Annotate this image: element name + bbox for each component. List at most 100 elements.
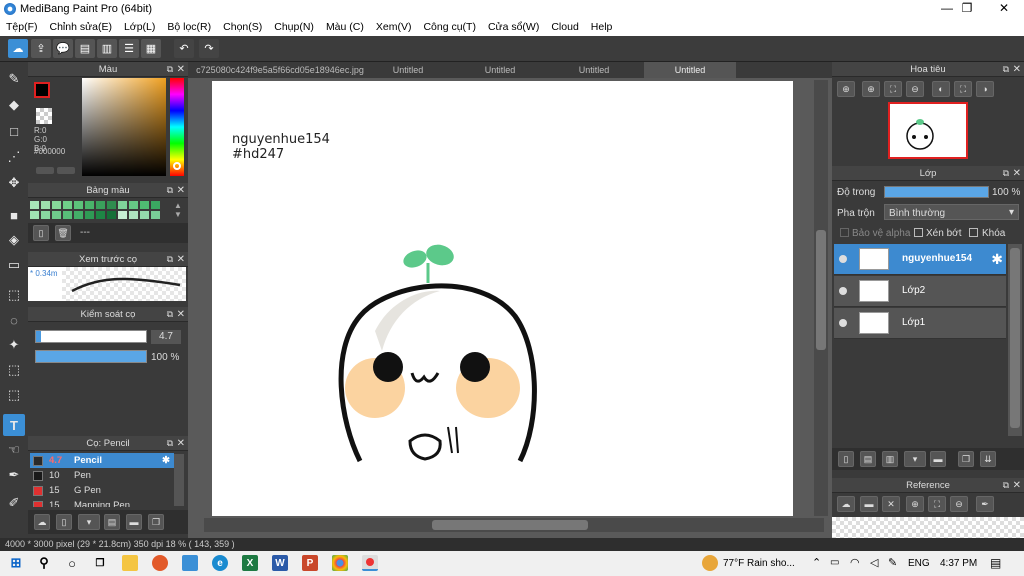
horizontal-scrollbar[interactable] <box>204 518 824 532</box>
horizontal-scroll-thumb[interactable] <box>432 520 588 530</box>
list-icon[interactable]: ☰ <box>119 39 139 58</box>
weather-text[interactable]: 77°F Rain sho... <box>723 558 795 569</box>
folder-icon[interactable]: ▬ <box>930 451 946 467</box>
brush-opacity-slider[interactable] <box>35 350 147 363</box>
redo-button[interactable]: ↷ <box>199 39 219 58</box>
menu-cloud[interactable]: Cloud <box>545 21 584 33</box>
tab-document-2[interactable]: Untitled <box>372 62 444 78</box>
menu-filter[interactable]: Bộ lọc(R) <box>161 21 217 33</box>
close-icon[interactable]: ✕ <box>1013 166 1021 181</box>
cloud-brush-icon[interactable]: ☁ <box>34 514 50 530</box>
chrome-icon[interactable] <box>332 555 348 571</box>
hue-handle[interactable] <box>173 162 181 170</box>
file-explorer-icon[interactable] <box>122 555 138 571</box>
folder-icon[interactable]: ▬ <box>126 514 142 530</box>
palette-swatch[interactable] <box>41 201 50 209</box>
layer-row[interactable]: Lớp1 <box>834 308 1006 339</box>
menu-layer[interactable]: Lớp(L) <box>118 21 161 33</box>
popout-icon[interactable]: ⧉ <box>167 252 173 267</box>
popout-icon[interactable]: ⧉ <box>1003 166 1009 181</box>
menu-edit[interactable]: Chỉnh sửa(E) <box>44 21 118 33</box>
magic-wand-icon[interactable]: ✦ <box>3 334 25 356</box>
brush-list-item[interactable]: 15 G Pen <box>30 483 174 498</box>
move-tool-icon[interactable]: ✥ <box>3 172 25 194</box>
reference-eyedropper-icon[interactable]: ✒ <box>976 496 994 512</box>
reset-rotate-icon[interactable]: ◑ <box>976 81 994 97</box>
network-icon[interactable]: ◠ <box>850 556 860 569</box>
palette-swatch[interactable] <box>63 211 72 219</box>
monitor-app-icon[interactable] <box>182 555 198 571</box>
close-icon[interactable]: ✕ <box>1013 62 1021 77</box>
palette-swatch[interactable] <box>41 211 50 219</box>
menu-help[interactable]: Help <box>585 21 619 33</box>
popout-icon[interactable]: ⧉ <box>167 436 173 451</box>
eye-icon[interactable] <box>839 319 847 327</box>
layer-opacity-slider[interactable] <box>884 186 989 198</box>
select-pen-icon[interactable]: ⬚ <box>3 359 25 381</box>
brush-list-scrollbar[interactable] <box>174 454 184 506</box>
medibang-taskbar-icon[interactable] <box>362 555 378 571</box>
tab-document-4[interactable]: Untitled <box>558 62 630 78</box>
menu-view[interactable]: Xem(V) <box>370 21 418 33</box>
palette-swatch[interactable] <box>96 201 105 209</box>
palette-swatch[interactable] <box>30 201 39 209</box>
palette-swatch[interactable] <box>129 211 138 219</box>
chevron-up-icon[interactable]: ⌃ <box>812 556 821 569</box>
add-brush-icon[interactable]: ▯ <box>56 514 72 530</box>
palette-swatch[interactable] <box>118 201 127 209</box>
drawing-canvas[interactable]: nguyenhue154 #hd247 <box>212 81 793 516</box>
palette-swatch[interactable] <box>52 201 61 209</box>
comment-icon[interactable]: 💬 <box>53 39 73 58</box>
menu-color[interactable]: Màu (C) <box>320 21 370 33</box>
grid-icon[interactable]: ▦ <box>141 39 161 58</box>
palette-swatch[interactable] <box>74 201 83 209</box>
trash-icon[interactable]: 🗑 <box>55 225 71 241</box>
close-icon[interactable]: ✕ <box>177 436 185 451</box>
popout-icon[interactable]: ⧉ <box>167 62 173 77</box>
layer-scroll-thumb[interactable] <box>1010 248 1020 428</box>
popout-icon[interactable]: ⧉ <box>167 183 173 198</box>
brush-menu-icon[interactable]: ▾ <box>78 514 100 530</box>
windows-start-icon[interactable]: ⊞ <box>8 555 24 571</box>
zoom-out-icon[interactable]: ⊖ <box>906 81 924 97</box>
cloud-reference-icon[interactable]: ☁ <box>837 496 855 512</box>
pen-tool-icon[interactable]: ✐ <box>3 492 25 514</box>
transparent-color[interactable] <box>36 108 52 124</box>
vertical-scrollbar[interactable] <box>814 80 828 516</box>
zoom-in-icon[interactable]: ⊕ <box>837 81 855 97</box>
color-mode-button[interactable] <box>36 167 54 174</box>
rotate-icon[interactable]: ◐ <box>932 81 950 97</box>
layer-row[interactable]: nguyenhue154 ✱ <box>834 244 1006 275</box>
tab-document-1[interactable]: c725080c424f9e5a5f66cd05e18946ec.jpg <box>188 62 372 78</box>
cloud-icon[interactable]: ☁ <box>8 39 28 58</box>
fill-rect-tool-icon[interactable]: ■ <box>3 204 25 226</box>
select-rect-icon[interactable]: ⬚ <box>3 284 25 306</box>
eraser-tool-icon[interactable]: ◆ <box>3 94 25 116</box>
protect-alpha-checkbox[interactable] <box>840 228 849 237</box>
palette-swatch[interactable] <box>96 211 105 219</box>
gear-icon[interactable]: ✱ <box>991 251 1003 268</box>
close-button[interactable]: ✕ <box>985 0 1023 18</box>
popout-icon[interactable]: ⧉ <box>1003 478 1009 493</box>
close-icon[interactable]: ✕ <box>1013 478 1021 493</box>
close-icon[interactable]: ✕ <box>177 307 185 322</box>
dot-tool-icon[interactable]: ⋰ <box>3 146 25 168</box>
palette-swatch[interactable] <box>52 211 61 219</box>
palette-scroll-icon[interactable]: ▲ ▼ <box>174 201 182 219</box>
powerpoint-icon[interactable]: P <box>302 555 318 571</box>
layer-row[interactable]: Lớp2 <box>834 276 1006 307</box>
new-layer-icon[interactable]: ▯ <box>838 451 854 467</box>
palette-swatch[interactable] <box>140 201 149 209</box>
language-indicator[interactable]: ENG <box>908 558 930 569</box>
popout-icon[interactable]: ⧉ <box>1003 62 1009 77</box>
brush-size-value[interactable]: 4.7 <box>151 330 181 344</box>
palette-swatch[interactable] <box>85 201 94 209</box>
palette-swatch[interactable] <box>129 201 138 209</box>
notification-icon[interactable]: ▤ <box>990 556 1001 570</box>
navigator-thumbnail[interactable] <box>888 102 968 159</box>
layer-add-menu-icon[interactable]: ▾ <box>904 451 926 467</box>
blend-mode-select[interactable]: Bình thường ▾ <box>884 204 1019 220</box>
pen-workspace-icon[interactable]: ✎ <box>888 556 897 569</box>
duplicate-layer-icon[interactable]: ❐ <box>958 451 974 467</box>
fit-window-icon[interactable]: ⛶ <box>954 81 972 97</box>
